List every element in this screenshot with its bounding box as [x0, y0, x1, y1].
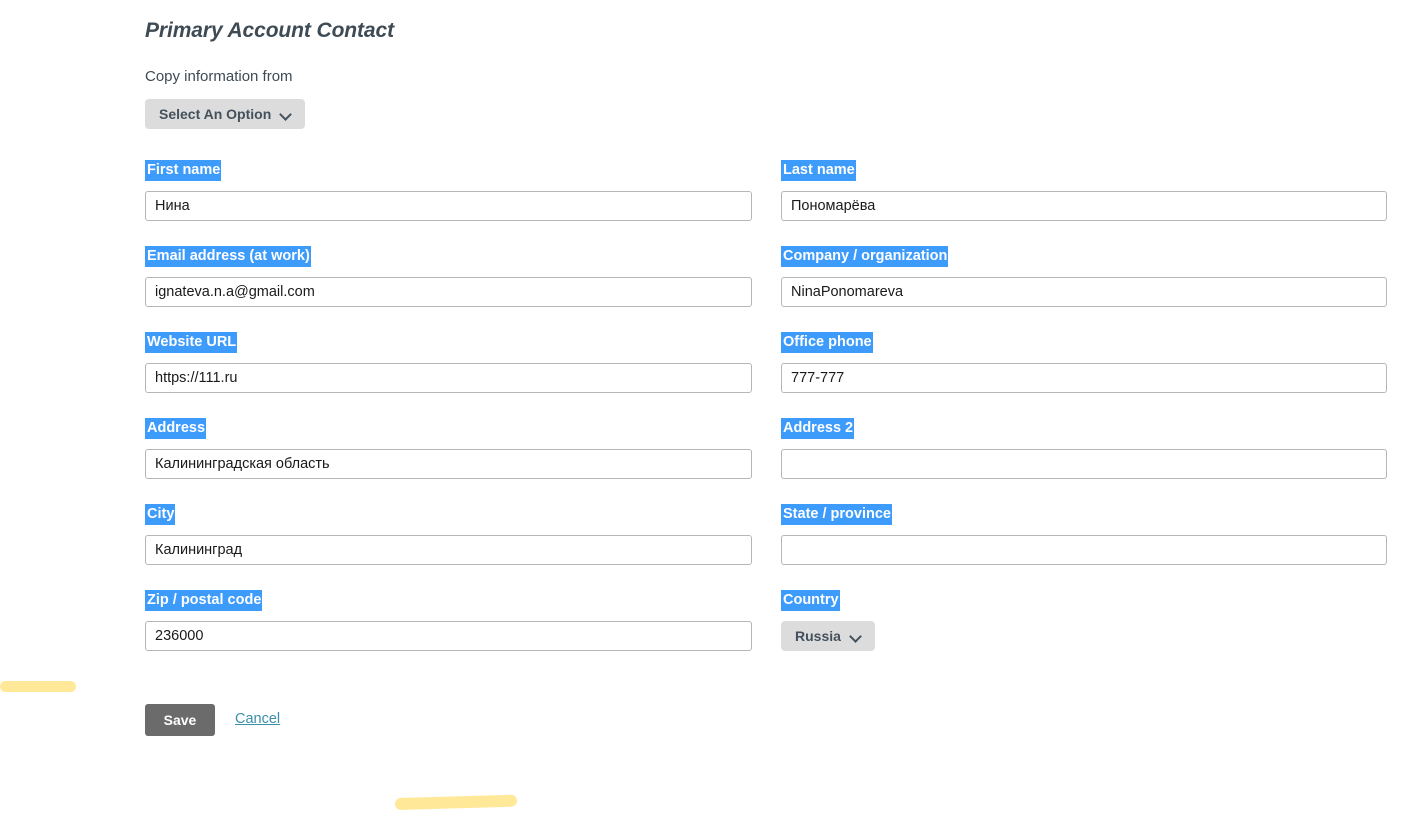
field-input-office_phone[interactable] — [781, 363, 1387, 393]
field-first_name: First name — [145, 160, 752, 221]
highlighter-mark-left — [0, 681, 76, 692]
field-label-address2: Address 2 — [781, 418, 855, 439]
field-label-email: Email address (at work) — [145, 246, 311, 267]
field-email: Email address (at work) — [145, 246, 752, 307]
field-input-city[interactable] — [145, 535, 752, 565]
field-zip: Zip / postal code — [145, 590, 752, 651]
chevron-down-icon — [281, 109, 291, 119]
field-office_phone: Office phone — [781, 332, 1387, 393]
field-label-address: Address — [145, 418, 207, 439]
field-website: Website URL — [145, 332, 752, 393]
save-button[interactable]: Save — [145, 704, 215, 736]
field-label-zip: Zip / postal code — [145, 590, 263, 611]
copy-information-from-label: Copy information from — [145, 68, 293, 85]
field-label-last_name: Last name — [781, 160, 856, 181]
highlighter-mark-bottom — [394, 794, 518, 810]
country-select-value: Russia — [795, 628, 841, 644]
field-last_name: Last name — [781, 160, 1387, 221]
field-state: State / province — [781, 504, 1387, 565]
field-company: Company / organization — [781, 246, 1387, 307]
field-country: Country — [781, 590, 1387, 611]
field-input-state[interactable] — [781, 535, 1387, 565]
field-label-company: Company / organization — [781, 246, 949, 267]
copy-information-from-value: Select An Option — [159, 106, 272, 122]
field-label-city: City — [145, 504, 176, 525]
field-input-last_name[interactable] — [781, 191, 1387, 221]
field-label-first_name: First name — [145, 160, 222, 181]
field-label-website: Website URL — [145, 332, 238, 353]
field-input-address2[interactable] — [781, 449, 1387, 479]
field-label-country: Country — [781, 590, 840, 611]
field-input-first_name[interactable] — [145, 191, 752, 221]
field-address: Address — [145, 418, 752, 479]
field-address2: Address 2 — [781, 418, 1387, 479]
field-input-email[interactable] — [145, 277, 752, 307]
cancel-link[interactable]: Cancel — [235, 711, 280, 727]
page-title: Primary Account Contact — [145, 19, 394, 42]
field-label-state: State / province — [781, 504, 892, 525]
primary-account-contact-form: Primary Account Contact Copy information… — [0, 0, 1416, 820]
copy-information-from-select[interactable]: Select An Option — [145, 99, 306, 129]
field-input-address[interactable] — [145, 449, 752, 479]
country-select[interactable]: Russia — [781, 621, 875, 651]
field-city: City — [145, 504, 752, 565]
field-input-website[interactable] — [145, 363, 752, 393]
field-input-company[interactable] — [781, 277, 1387, 307]
field-input-zip[interactable] — [145, 621, 752, 651]
field-label-office_phone: Office phone — [781, 332, 873, 353]
chevron-down-icon — [851, 631, 861, 641]
